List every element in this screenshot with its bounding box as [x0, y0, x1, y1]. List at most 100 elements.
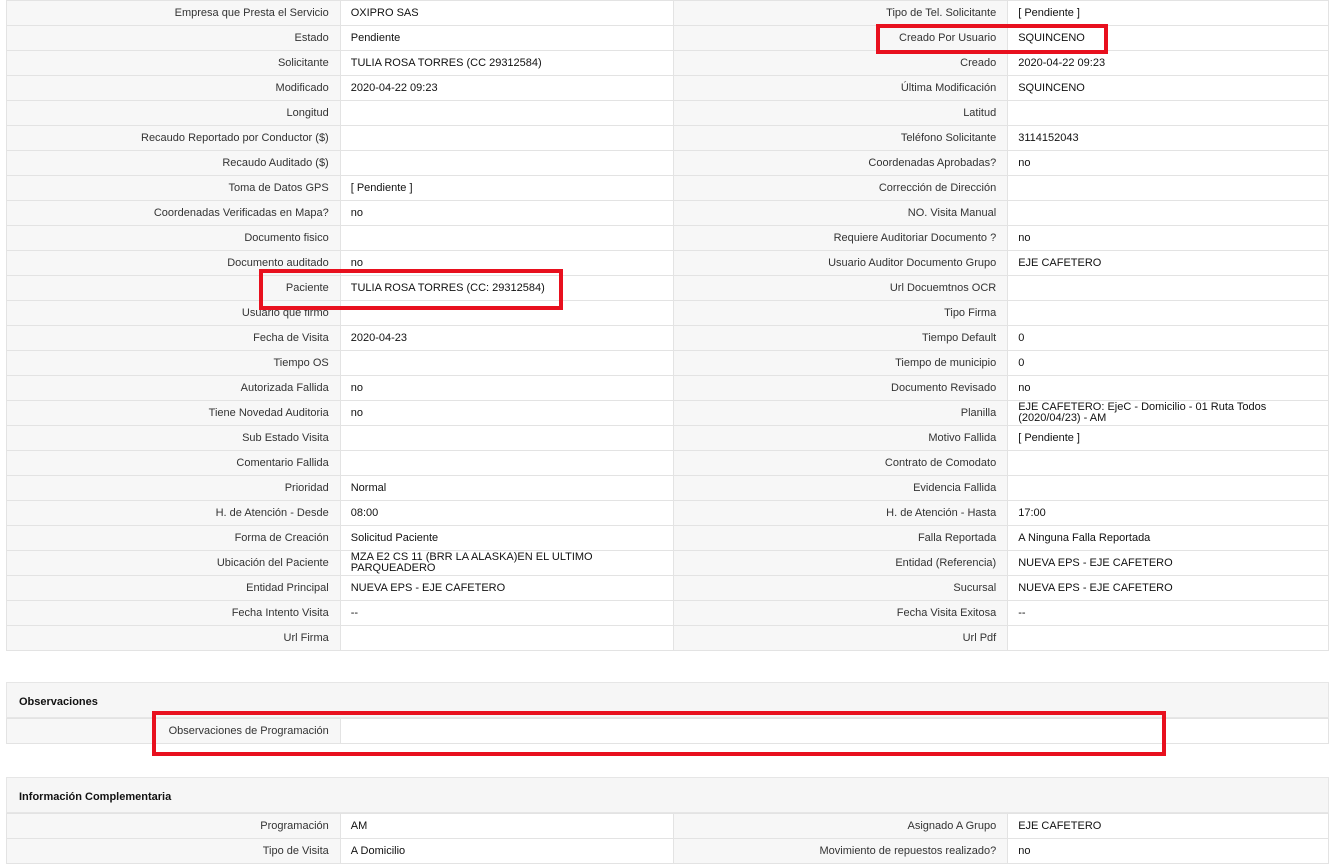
table-row: Fecha Intento Visita -- Fecha Visita Exit… [6, 600, 1329, 626]
telefono-solicitante-value: 3114152043 [1007, 125, 1329, 151]
longitud-label: Longitud [6, 100, 341, 126]
table-row: Recaudo Auditado ($) Coordenadas Aprobada… [6, 150, 1329, 176]
creado-por-usuario-label: Creado Por Usuario [673, 25, 1009, 51]
falla-reportada-value: A Ninguna Falla Reportada [1007, 525, 1329, 551]
coordenadas-verificadas-en-mapa-label: Coordenadas Verificadas en Mapa? [6, 200, 341, 226]
ultima-modificacion-label: Última Modificación [673, 75, 1009, 101]
table-row: Estado Pendiente Creado Por Usuario SQUINCE… [6, 25, 1329, 51]
recaudo-reportado-por-conductor-label: Recaudo Reportado por Conductor ($) [6, 125, 341, 151]
usuario-que-firmo-value [339, 300, 675, 326]
tipo-de-visita-value: A Domicilio [339, 838, 675, 864]
solicitante-label: Solicitante [6, 50, 341, 76]
h-de-atencion-hasta-value: 17:00 [1007, 500, 1329, 526]
toma-de-datos-gps-value: [ Pendiente ] [339, 175, 675, 201]
url-firma-value [339, 625, 675, 651]
latitud-value [1007, 100, 1329, 126]
observaciones-section-header: Observaciones [6, 682, 1329, 718]
table-row: Tiempo OS Tiempo de municipio 0 [6, 350, 1329, 376]
table-row: Paciente TULIA ROSA TORRES (CC: 29312584)… [6, 275, 1329, 301]
entidad-referencia-value: NUEVA EPS - EJE CAFETERO [1007, 550, 1329, 576]
movimiento-de-repuestos-realizado-value: no [1007, 838, 1329, 864]
modificado-value: 2020-04-22 09:23 [339, 75, 675, 101]
observaciones-programacion-value [339, 718, 1329, 744]
fecha-de-visita-value: 2020-04-23 [339, 325, 675, 351]
h-de-atencion-hasta-label: H. de Atención - Hasta [673, 500, 1009, 526]
planilla-label: Planilla [673, 400, 1009, 426]
asignado-a-grupo-label: Asignado A Grupo [673, 813, 1009, 839]
table-row: Url Firma Url Pdf [6, 625, 1329, 651]
falla-reportada-label: Falla Reportada [673, 525, 1009, 551]
documento-revisado-value: no [1007, 375, 1329, 401]
coordenadas-aprobadas-value: no [1007, 150, 1329, 176]
table-row: Entidad Principal NUEVA EPS - EJE CAFETER… [6, 575, 1329, 601]
entidad-referencia-label: Entidad (Referencia) [673, 550, 1009, 576]
comentario-fallida-value [339, 450, 675, 476]
autorizada-fallida-value: no [339, 375, 675, 401]
sucursal-value: NUEVA EPS - EJE CAFETERO [1007, 575, 1329, 601]
recaudo-auditado-label: Recaudo Auditado ($) [6, 150, 341, 176]
asignado-a-grupo-value: EJE CAFETERO [1007, 813, 1329, 839]
programacion-value: AM [339, 813, 675, 839]
url-pdf-value [1007, 625, 1329, 651]
table-row: Usuario que firmo Tipo Firma [6, 300, 1329, 326]
table-row: Prioridad Normal Evidencia Fallida [6, 475, 1329, 501]
creado-value: 2020-04-22 09:23 [1007, 50, 1329, 76]
tipo-firma-label: Tipo Firma [673, 300, 1009, 326]
entidad-principal-value: NUEVA EPS - EJE CAFETERO [339, 575, 675, 601]
usuario-auditor-documento-grupo-label: Usuario Auditor Documento Grupo [673, 250, 1009, 276]
documento-fisico-label: Documento fisico [6, 225, 341, 251]
tiene-novedad-auditoria-value: no [339, 400, 675, 426]
solicitante-value: TULIA ROSA TORRES (CC 29312584) [339, 50, 675, 76]
fecha-intento-visita-label: Fecha Intento Visita [6, 600, 341, 626]
correccion-de-direccion-label: Corrección de Dirección [673, 175, 1009, 201]
autorizada-fallida-label: Autorizada Fallida [6, 375, 341, 401]
estado-label: Estado [6, 25, 341, 51]
fecha-visita-exitosa-value: -- [1007, 600, 1329, 626]
table-row: H. de Atención - Desde 08:00 H. de Atenció… [6, 500, 1329, 526]
planilla-value: EJE CAFETERO: EjeC - Domicilio - 01 Ruta… [1007, 400, 1329, 426]
table-row: Documento auditado no Usuario Auditor Docu… [6, 250, 1329, 276]
motivo-fallida-label: Motivo Fallida [673, 425, 1009, 451]
h-de-atencion-desde-value: 08:00 [339, 500, 675, 526]
table-row: Documento fisico Requiere Auditoriar Docu… [6, 225, 1329, 251]
url-docuemtnos-ocr-value [1007, 275, 1329, 301]
complementaria-table: Programación AM Asignado A Grupo EJE CAFETE… [6, 813, 1329, 864]
requiere-auditoriar-documento-value: no [1007, 225, 1329, 251]
recaudo-reportado-por-conductor-value [339, 125, 675, 151]
fecha-de-visita-label: Fecha de Visita [6, 325, 341, 351]
ultima-modificacion-value: SQUINCENO [1007, 75, 1329, 101]
no-visita-manual-value [1007, 200, 1329, 226]
table-row: Programación AM Asignado A Grupo EJE CAFETE… [6, 813, 1329, 839]
visit-details-table: Empresa que Presta el Servicio OXIPRO SAS… [6, 0, 1329, 651]
creado-por-usuario-value: SQUINCENO [1007, 25, 1329, 51]
entidad-principal-label: Entidad Principal [6, 575, 341, 601]
usuario-auditor-documento-grupo-value: EJE CAFETERO [1007, 250, 1329, 276]
tiempo-de-municipio-label: Tiempo de municipio [673, 350, 1009, 376]
observaciones-programacion-label: Observaciones de Programación [6, 718, 341, 744]
table-row: Observaciones de Programación [6, 718, 1329, 744]
table-row: Modificado 2020-04-22 09:23 Última Modific… [6, 75, 1329, 101]
tipo-de-tel-solicitante-label: Tipo de Tel. Solicitante [673, 0, 1009, 26]
url-pdf-label: Url Pdf [673, 625, 1009, 651]
tipo-de-visita-label: Tipo de Visita [6, 838, 341, 864]
tiempo-os-value [339, 350, 675, 376]
table-row: Empresa que Presta el Servicio OXIPRO SAS… [6, 0, 1329, 26]
table-row: Ubicación del Paciente MZA E2 CS 11 (BRR … [6, 550, 1329, 576]
table-row: Tipo de Visita A Domicilio Movimiento de r… [6, 838, 1329, 864]
tiempo-default-value: 0 [1007, 325, 1329, 351]
prioridad-value: Normal [339, 475, 675, 501]
contrato-de-comodato-label: Contrato de Comodato [673, 450, 1009, 476]
forma-de-creacion-label: Forma de Creación [6, 525, 341, 551]
observaciones-title: Observaciones [19, 696, 98, 708]
prioridad-label: Prioridad [6, 475, 341, 501]
requiere-auditoriar-documento-label: Requiere Auditoriar Documento ? [673, 225, 1009, 251]
tiempo-default-label: Tiempo Default [673, 325, 1009, 351]
table-row: Tiene Novedad Auditoria no Planilla EJE CAF… [6, 400, 1329, 426]
tiempo-os-label: Tiempo OS [6, 350, 341, 376]
modificado-label: Modificado [6, 75, 341, 101]
ubicacion-del-paciente-value: MZA E2 CS 11 (BRR LA ALASKA)EN EL ULTIMO… [339, 550, 675, 576]
programacion-label: Programación [6, 813, 341, 839]
table-row: Fecha de Visita 2020-04-23 Tiempo Default… [6, 325, 1329, 351]
paciente-label: Paciente [6, 275, 341, 301]
forma-de-creacion-value: Solicitud Paciente [339, 525, 675, 551]
